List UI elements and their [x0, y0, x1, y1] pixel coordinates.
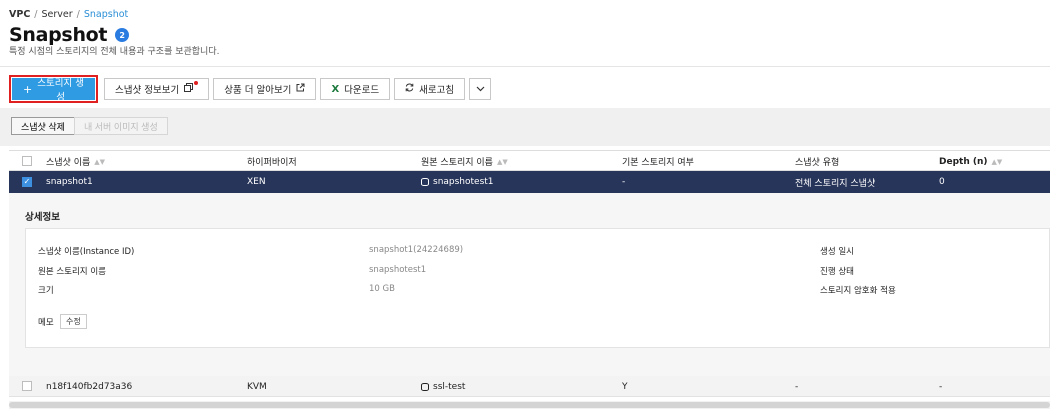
header-divider — [0, 66, 1050, 67]
snapshot-info-label: 스냅샷 정보보기 — [115, 85, 180, 96]
create-storage-button[interactable]: + 스토리지 생성 — [12, 78, 95, 103]
column-snapshot-type: 스냅샷 유형 — [795, 151, 839, 172]
horizontal-scrollbar[interactable] — [9, 401, 1050, 409]
encryption-label: 스토리지 암호화 적용 — [820, 286, 896, 296]
cell-type: 전체 스토리지 스냅샷 — [795, 178, 876, 189]
breadcrumb-snapshot[interactable]: Snapshot — [84, 9, 128, 20]
sort-icon: ▲▼ — [496, 157, 508, 166]
size-label: 크기 — [38, 286, 54, 296]
create-storage-label: 스토리지 생성 — [37, 78, 84, 103]
cell-depth: 0 — [939, 177, 945, 187]
snapshot-info-button[interactable]: 스냅샷 정보보기 — [104, 78, 210, 100]
page-description: 특정 시점의 스토리지의 전체 내용과 구조를 보관합니다. — [9, 47, 220, 57]
cell-hypervisor: KVM — [247, 381, 267, 392]
cell-name: snapshot1 — [46, 177, 93, 187]
column-label: 원본 스토리지 이름 — [421, 158, 493, 168]
column-depth[interactable]: Depth (n) ▲▼ — [939, 151, 1002, 172]
column-snapshot-name[interactable]: 스냅샷 이름 ▲▼ — [46, 151, 105, 172]
size-value: 10 GB — [369, 284, 395, 294]
row-checkbox[interactable]: ✓ — [22, 177, 32, 187]
table-header: 스냅샷 이름 ▲▼ 하이퍼바이저 원본 스토리지 이름 ▲▼ 기본 스토리지 여… — [9, 150, 1050, 171]
detail-panel: 상세정보 스냅샷 이름(Instance ID) snapshot1(24224… — [9, 193, 1050, 376]
cell-hypervisor: XEN — [247, 177, 266, 187]
database-icon — [421, 178, 429, 186]
cell-default: - — [622, 177, 626, 187]
cell-type: - — [795, 381, 799, 392]
cell-depth: - — [939, 381, 943, 392]
breadcrumb-separator: / — [34, 9, 38, 20]
cell-source-storage-text: ssl-test — [433, 381, 466, 392]
column-default-storage: 기본 스토리지 여부 — [622, 151, 694, 172]
cell-source-storage: ssl-test — [421, 376, 465, 397]
row-checkbox[interactable] — [22, 381, 32, 391]
more-dropdown-button[interactable] — [469, 78, 492, 100]
sort-icon: ▲▼ — [94, 157, 106, 166]
instance-id-value: snapshot1(24224689) — [369, 245, 464, 255]
database-icon — [421, 382, 429, 391]
detail-title: 상세정보 — [25, 212, 60, 223]
plus-icon: + — [23, 82, 33, 96]
breadcrumb: VPC / Server / Snapshot — [9, 9, 128, 20]
column-label: 스냅샷 유형 — [795, 158, 840, 168]
cell-name: n18f140fb2d73a36 — [46, 381, 133, 392]
instance-id-label: 스냅샷 이름(Instance ID) — [38, 247, 135, 257]
count-badge: 2 — [115, 28, 130, 42]
breadcrumb-vpc[interactable]: VPC — [9, 9, 30, 20]
column-label: 스냅샷 이름 — [46, 158, 91, 168]
download-button[interactable]: X 다운로드 — [320, 78, 391, 100]
breadcrumb-separator: / — [76, 9, 80, 20]
sort-icon: ▲▼ — [991, 157, 1003, 166]
created-at-label: 생성 일시 — [820, 247, 854, 257]
copy-window-icon — [184, 83, 194, 95]
status-label: 진행 상태 — [820, 267, 854, 277]
page-title: Snapshot — [9, 24, 108, 46]
source-storage-value: snapshotest1 — [369, 265, 427, 275]
memo-edit-button[interactable]: 수정 — [60, 314, 87, 329]
breadcrumb-server[interactable]: Server — [42, 9, 73, 20]
memo-label: 메모 — [38, 318, 54, 328]
source-storage-label: 원본 스토리지 이름 — [38, 267, 106, 277]
delete-snapshot-button[interactable]: 스냅샷 삭제 — [11, 117, 75, 135]
refresh-button[interactable]: 새로고침 — [394, 78, 466, 100]
column-source-storage[interactable]: 원본 스토리지 이름 ▲▼ — [421, 151, 508, 172]
toolbar: + 스토리지 생성 스냅샷 정보보기 상품 더 알아보기 X 다운로드 새로고침 — [9, 75, 492, 103]
select-all-checkbox[interactable] — [22, 156, 32, 166]
column-hypervisor: 하이퍼바이저 — [247, 151, 297, 172]
column-label: 기본 스토리지 여부 — [622, 158, 694, 168]
learn-more-label: 상품 더 알아보기 — [224, 85, 292, 96]
refresh-label: 새로고침 — [419, 85, 455, 96]
column-label: Depth (n) — [939, 156, 988, 167]
download-label: 다운로드 — [344, 85, 380, 96]
refresh-icon — [405, 83, 414, 95]
learn-more-button[interactable]: 상품 더 알아보기 — [213, 78, 317, 100]
column-label: 하이퍼바이저 — [247, 158, 297, 168]
cell-source-storage-text: snapshotest1 — [433, 177, 494, 187]
table-row[interactable]: n18f140fb2d73a36 KVM ssl-test Y - - — [9, 376, 1050, 397]
scrollbar-thumb[interactable] — [9, 402, 1050, 408]
external-link-icon — [296, 83, 305, 95]
title-row: Snapshot 2 — [9, 24, 130, 46]
cell-source-storage: snapshotest1 — [421, 171, 494, 193]
create-button-highlight: + 스토리지 생성 — [9, 75, 98, 103]
chevron-down-icon — [476, 84, 485, 95]
table-row[interactable]: ✓ snapshot1 XEN snapshotest1 - 전체 스토리지 스… — [9, 171, 1050, 193]
notification-dot — [194, 81, 199, 85]
detail-card: 스냅샷 이름(Instance ID) snapshot1(24224689) … — [25, 228, 1050, 348]
cell-default: Y — [622, 381, 628, 392]
excel-icon: X — [331, 83, 340, 95]
create-server-image-button[interactable]: 내 서버 이미지 생성 — [74, 117, 168, 135]
